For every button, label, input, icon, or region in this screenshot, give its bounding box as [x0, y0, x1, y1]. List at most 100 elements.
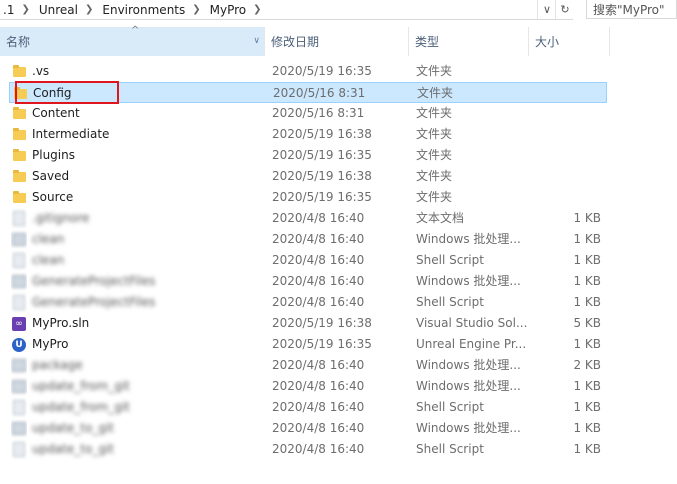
chevron-right-icon[interactable]: ❯: [17, 4, 35, 15]
file-type: Visual Studio Sol...: [416, 316, 528, 330]
chevron-down-icon: ∨: [542, 3, 552, 16]
file-type: 文件夹: [417, 86, 454, 100]
file-row[interactable]: GenerateProjectFiles 2020/4/8 16:40 Window…: [9, 271, 607, 292]
file-size: 1 KB: [573, 232, 601, 246]
file-size: 1 KB: [573, 274, 601, 288]
refresh-icon: ↻: [560, 3, 570, 16]
search-input[interactable]: 搜索"MyPro": [586, 0, 677, 19]
file-name: update_to_git: [32, 442, 114, 456]
file-type: Shell Script: [416, 253, 484, 267]
breadcrumb-item[interactable]: .1 ❯: [0, 0, 36, 19]
file-name: MyPro.sln: [32, 316, 90, 330]
batch-file-icon: [11, 229, 27, 250]
file-row[interactable]: clean 2020/4/8 16:40 Windows 批处理... 1 KB: [9, 229, 607, 250]
file-size: 1 KB: [573, 253, 601, 267]
folder-icon: [11, 103, 27, 124]
modified-date: 2020/5/19 16:38: [272, 169, 372, 183]
modified-date: 2020/5/19 16:35: [272, 148, 372, 162]
file-type: 文件夹: [416, 190, 453, 204]
file-row[interactable]: update_from_git 2020/4/8 16:40 Shell Scrip…: [9, 397, 607, 418]
modified-date: 2020/5/19 16:35: [272, 64, 372, 78]
file-row[interactable]: update_to_git 2020/4/8 16:40 Windows 批处理..…: [9, 418, 607, 439]
file-type: 文件夹: [416, 127, 453, 141]
file-row[interactable]: Source 2020/5/19 16:35 文件夹: [9, 187, 607, 208]
file-size: [529, 103, 601, 124]
modified-date: 2020/5/19 16:35: [272, 190, 372, 204]
breadcrumb-label: Environments: [102, 2, 186, 17]
modified-date: 2020/4/8 16:40: [272, 442, 365, 456]
batch-file-icon: [11, 376, 27, 397]
file-name: Config: [33, 86, 72, 100]
chevron-right-icon[interactable]: ❯: [188, 4, 206, 15]
modified-date: 2020/4/8 16:40: [272, 274, 365, 288]
file-row[interactable]: .gitignore 2020/4/8 16:40 文本文档 1 KB: [9, 208, 607, 229]
chevron-right-icon[interactable]: ❯: [249, 4, 267, 15]
visual-studio-icon: ∞: [11, 313, 27, 334]
file-size: 1 KB: [573, 295, 601, 309]
file-name: clean: [32, 232, 65, 246]
file-row[interactable]: Intermediate 2020/5/19 16:38 文件夹: [9, 124, 607, 145]
column-header-row: ^ 名称 ∨ 修改日期 类型 大小: [0, 25, 610, 56]
breadcrumb-item[interactable]: MyPro ❯: [207, 0, 268, 19]
file-name: Content: [32, 106, 80, 120]
file-name: GenerateProjectFiles: [32, 295, 156, 309]
file-name: Intermediate: [32, 127, 110, 141]
breadcrumb-item[interactable]: Environments ❯: [99, 0, 206, 19]
file-size: [530, 83, 602, 104]
file-size: [529, 187, 601, 208]
breadcrumb-item[interactable]: Unreal ❯: [36, 0, 100, 19]
column-header-name[interactable]: ^ 名称 ∨: [0, 25, 265, 56]
file-row[interactable]: U MyPro 2020/5/19 16:35 Unreal Engine Pr...…: [9, 334, 607, 355]
modified-date: 2020/4/8 16:40: [272, 379, 365, 393]
file-type: Windows 批处理...: [416, 274, 521, 288]
modified-date: 2020/5/19 16:35: [272, 337, 372, 351]
file-row[interactable]: .vs 2020/5/19 16:35 文件夹: [9, 61, 607, 82]
modified-date: 2020/4/8 16:40: [272, 295, 365, 309]
history-dropdown-button[interactable]: ∨: [537, 0, 556, 19]
file-row[interactable]: Content 2020/5/16 8:31 文件夹: [9, 103, 607, 124]
column-header-label: 名称: [6, 35, 31, 49]
file-row[interactable]: update_from_git 2020/4/8 16:40 Windows 批处理…: [9, 376, 607, 397]
search-placeholder: 搜索"MyPro": [593, 2, 665, 17]
file-row[interactable]: update_to_git 2020/4/8 16:40 Shell Script 1…: [9, 439, 607, 460]
column-header-label: 类型: [415, 35, 440, 49]
file-type: Shell Script: [416, 442, 484, 456]
file-size: 1 KB: [573, 442, 601, 456]
file-size: [529, 166, 601, 187]
breadcrumb-label: .1: [3, 2, 15, 17]
folder-icon: [12, 83, 28, 104]
file-name: update_from_git: [32, 400, 130, 414]
column-header-label: 大小: [535, 35, 560, 49]
address-bar[interactable]: .1 ❯ Unreal ❯ Environments ❯ MyPro ❯ ∨ ↻: [0, 0, 573, 20]
file-name: Plugins: [32, 148, 75, 162]
file-type: Shell Script: [416, 295, 484, 309]
file-type: 文件夹: [416, 169, 453, 183]
file-type: Windows 批处理...: [416, 421, 521, 435]
file-size: 1 KB: [573, 211, 601, 225]
file-row[interactable]: ∞ MyPro.sln 2020/5/19 16:38 Visual Studio S…: [9, 313, 607, 334]
file-row[interactable]: Saved 2020/5/19 16:38 文件夹: [9, 166, 607, 187]
file-size: [529, 61, 601, 82]
folder-icon: [11, 187, 27, 208]
file-row[interactable]: Plugins 2020/5/19 16:35 文件夹: [9, 145, 607, 166]
modified-date: 2020/5/16 8:31: [273, 86, 366, 100]
file-size: 1 KB: [573, 400, 601, 414]
file-type: Unreal Engine Pr...: [416, 337, 527, 351]
file-size: 5 KB: [573, 316, 601, 330]
folder-icon: [11, 124, 27, 145]
script-file-icon: [11, 397, 27, 418]
file-type: 文本文档: [416, 211, 465, 225]
chevron-right-icon[interactable]: ❯: [81, 4, 99, 15]
chevron-down-icon[interactable]: ∨: [253, 36, 260, 46]
file-row[interactable]: GenerateProjectFiles 2020/4/8 16:40 Shell …: [9, 292, 607, 313]
file-row[interactable]: Config 2020/5/16 8:31 文件夹: [9, 82, 607, 103]
file-size: 1 KB: [573, 379, 601, 393]
folder-icon: [11, 61, 27, 82]
column-header-type[interactable]: 类型: [409, 27, 529, 56]
column-header-size[interactable]: 大小: [529, 27, 610, 56]
refresh-button[interactable]: ↻: [555, 0, 574, 19]
breadcrumb-label: MyPro: [209, 2, 247, 17]
file-row[interactable]: package 2020/4/8 16:40 Windows 批处理... 2 KB: [9, 355, 607, 376]
column-header-date[interactable]: 修改日期: [265, 27, 409, 56]
file-row[interactable]: clean 2020/4/8 16:40 Shell Script 1 KB: [9, 250, 607, 271]
